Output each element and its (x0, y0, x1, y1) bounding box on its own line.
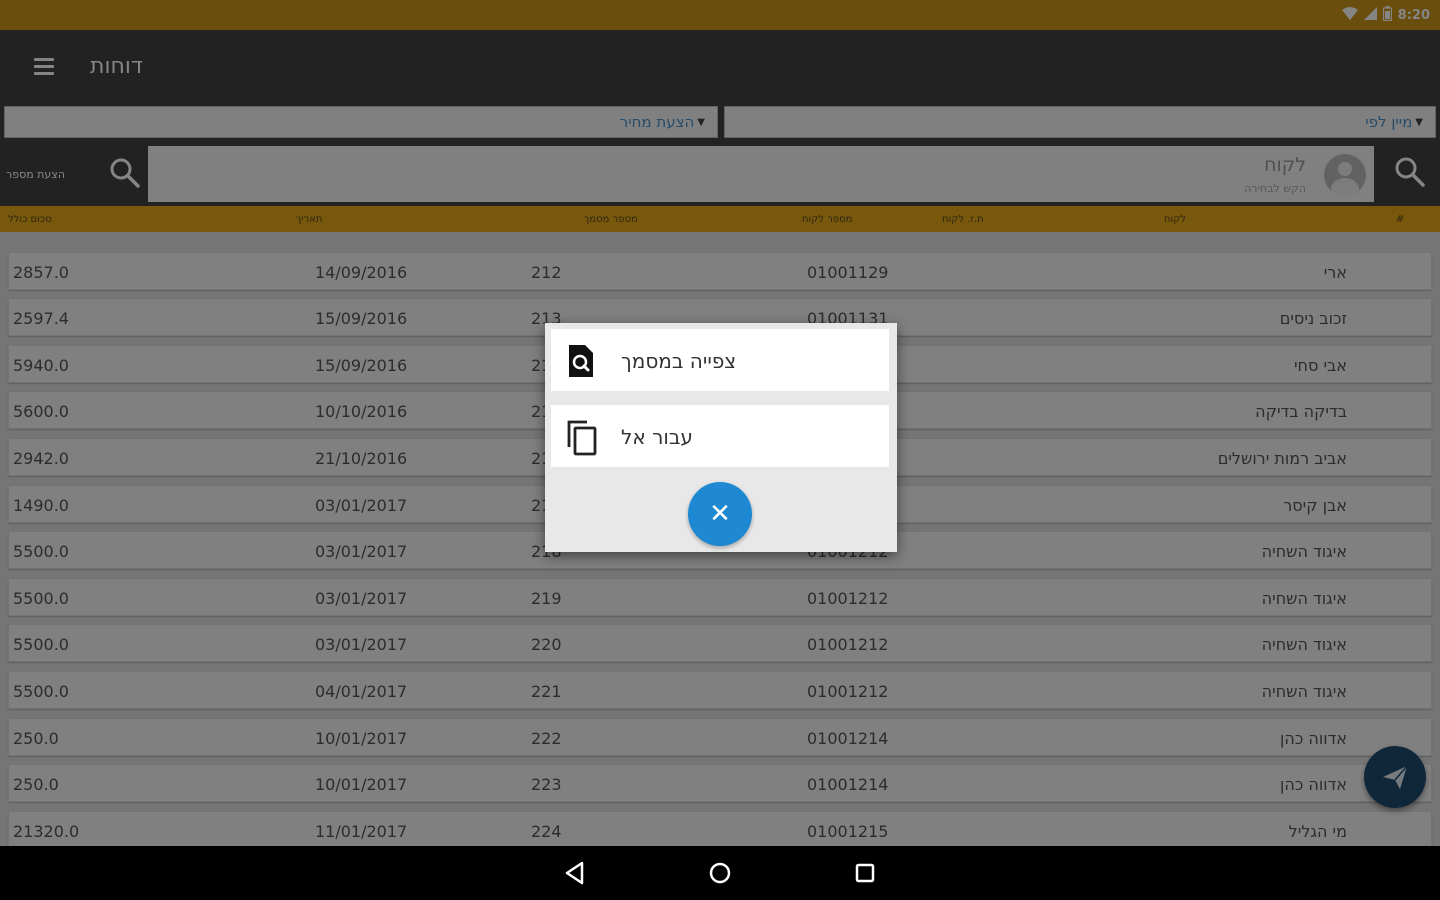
home-icon[interactable] (707, 860, 733, 890)
go-to-label: עבור אל (621, 425, 693, 449)
close-icon: ✕ (709, 499, 731, 529)
go-to-button[interactable]: עבור אל (551, 405, 889, 467)
recents-icon[interactable] (852, 860, 878, 890)
action-dialog: צפייה במסמך עבור אל ✕ (545, 323, 897, 552)
document-search-icon (565, 343, 597, 383)
close-button[interactable]: ✕ (688, 482, 752, 546)
back-icon[interactable] (562, 860, 588, 890)
navigation-bar (0, 846, 1440, 900)
view-document-button[interactable]: צפייה במסמך (551, 329, 889, 391)
view-document-label: צפייה במסמך (621, 349, 737, 373)
copy-icon (565, 419, 599, 461)
